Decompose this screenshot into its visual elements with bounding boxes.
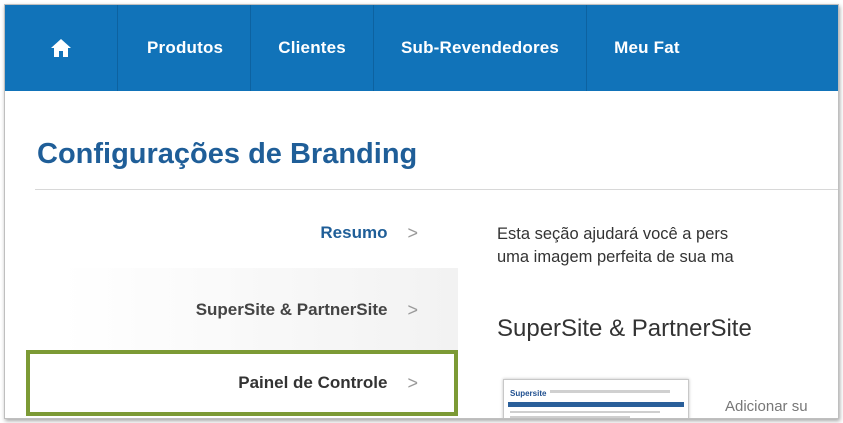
title-divider xyxy=(35,189,838,190)
intro-line: Esta seção ajudará você a pers xyxy=(497,225,729,243)
sidebar-item-label: Resumo xyxy=(320,223,388,242)
chevron-right-icon: > xyxy=(407,299,418,320)
thumbnail-text-line xyxy=(510,411,660,413)
sidebar-item-painel-de-controle[interactable]: Painel de Controle > xyxy=(26,350,458,416)
chevron-right-icon: > xyxy=(407,222,418,243)
page-title: Configurações de Branding xyxy=(37,138,418,170)
nav-home-button[interactable] xyxy=(5,5,118,91)
top-navbar: Produtos Clientes Sub-Revendedores Meu F… xyxy=(5,5,838,91)
sidebar-item-label: SuperSite & PartnerSite xyxy=(195,300,388,319)
window-frame: Produtos Clientes Sub-Revendedores Meu F… xyxy=(4,4,839,419)
thumbnail-nav-bar xyxy=(508,402,684,407)
intro-text: Esta seção ajudará você a pers uma image… xyxy=(497,223,838,269)
home-icon xyxy=(51,39,71,57)
sidebar-item-label: Painel de Controle xyxy=(238,373,388,392)
sidebar-item-supersite-partnersite[interactable]: SuperSite & PartnerSite > xyxy=(61,268,458,352)
nav-item-sub-revendedores[interactable]: Sub-Revendedores xyxy=(374,5,588,91)
adicionar-text: Adicionar su xyxy=(725,398,808,415)
thumbnail-logo: Supersite xyxy=(510,389,547,398)
thumbnail-text-line xyxy=(510,416,630,418)
thumbnail-header-line xyxy=(550,390,670,393)
intro-line: uma imagem perfeita de sua ma xyxy=(497,248,734,266)
sidebar-item-resumo[interactable]: Resumo > xyxy=(35,213,458,253)
nav-item-meu-faturamento[interactable]: Meu Fat xyxy=(587,5,707,91)
supersite-thumbnail[interactable]: Supersite xyxy=(503,379,689,418)
chevron-right-icon: > xyxy=(407,372,418,393)
nav-item-clientes[interactable]: Clientes xyxy=(251,5,374,91)
section-heading: SuperSite & PartnerSite xyxy=(497,315,752,342)
nav-item-produtos[interactable]: Produtos xyxy=(118,5,252,91)
